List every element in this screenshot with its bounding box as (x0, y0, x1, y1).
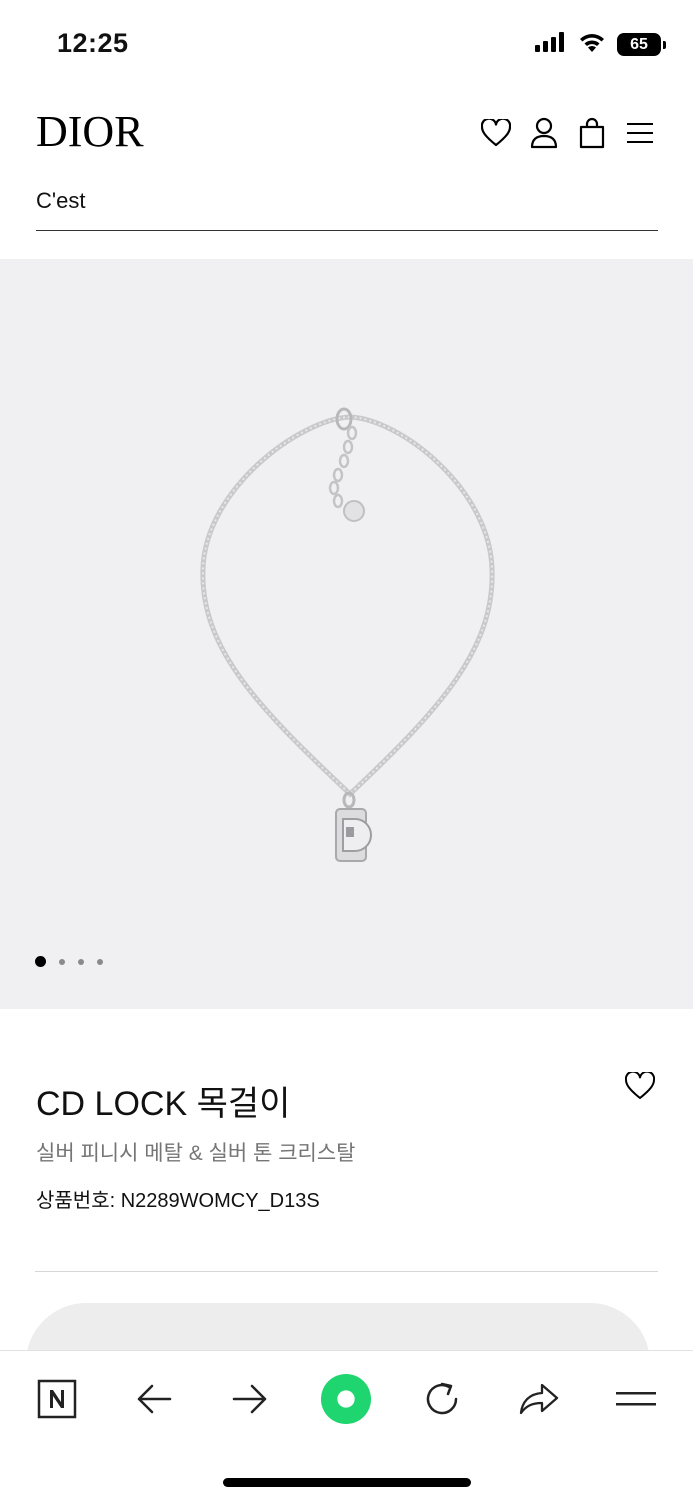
forward-arrow-icon[interactable] (224, 1373, 276, 1425)
sku-label: 상품번호: (36, 1190, 116, 1212)
browser-toolbar (0, 1350, 693, 1500)
user-icon[interactable] (529, 116, 559, 150)
product-material: 실버 피니시 메탈 & 실버 톤 크리스탈 (36, 1142, 356, 1165)
status-time: 12:25 (57, 28, 129, 58)
battery-level: 65 (630, 35, 648, 53)
menu-icon[interactable] (625, 116, 655, 150)
wishlist-heart-icon[interactable] (624, 1070, 656, 1102)
green-dot-icon[interactable] (320, 1373, 372, 1425)
heart-icon[interactable] (481, 116, 511, 150)
pagination-dot[interactable] (97, 958, 103, 965)
product-gallery[interactable] (0, 259, 693, 1009)
back-arrow-icon[interactable] (128, 1373, 180, 1425)
home-indicator (223, 1478, 471, 1487)
header-icons (481, 116, 655, 150)
necklace-image (200, 407, 495, 862)
pagination-dot[interactable] (78, 958, 84, 965)
site-header: DIOR (0, 100, 693, 170)
battery-icon: 65 (617, 33, 666, 56)
search-query[interactable]: C'est (36, 186, 658, 214)
product-title: CD LOCK 목걸이 (36, 1085, 291, 1123)
wifi-icon (577, 31, 607, 58)
menu-icon[interactable] (610, 1373, 662, 1425)
search-input[interactable]: C'est (36, 186, 658, 231)
signal-icon (535, 32, 567, 57)
dior-logo[interactable]: DIOR (36, 110, 144, 154)
naver-icon[interactable] (31, 1373, 83, 1425)
status-bar: 12:25 65 (0, 0, 693, 88)
reload-icon[interactable] (416, 1373, 468, 1425)
bag-icon[interactable] (577, 116, 607, 150)
gallery-pagination (35, 956, 103, 967)
status-icons: 65 (535, 31, 666, 58)
pagination-dot[interactable] (35, 956, 46, 967)
product-sku: 상품번호: N2289WOMCY_D13S (36, 1184, 320, 1213)
share-icon[interactable] (513, 1373, 565, 1425)
sku-value: N2289WOMCY_D13S (120, 1190, 320, 1212)
pagination-dot[interactable] (59, 958, 65, 965)
divider (35, 1271, 658, 1272)
